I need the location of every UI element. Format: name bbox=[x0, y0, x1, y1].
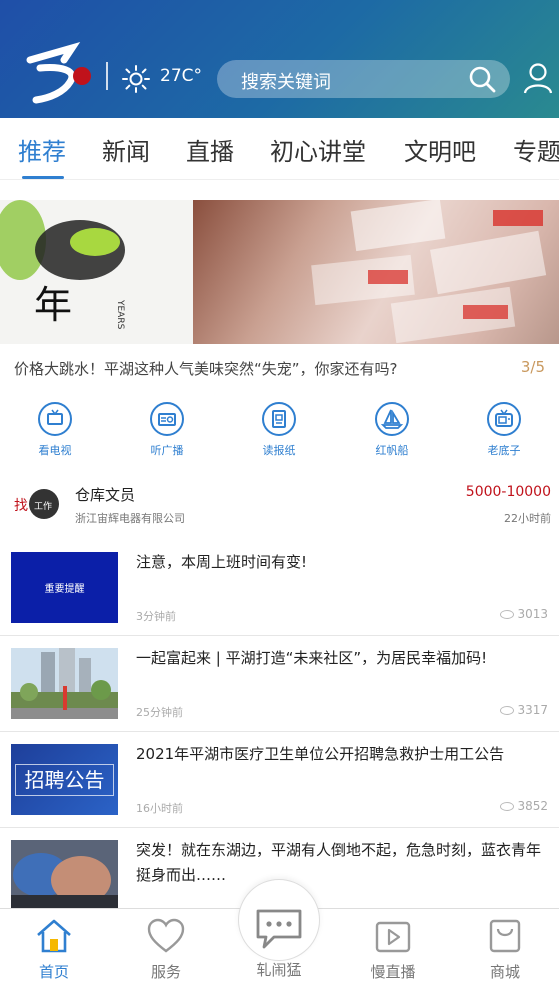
job-time: 22小时前 bbox=[504, 512, 551, 525]
job-company: 浙江宙辉电器有限公司 bbox=[75, 512, 185, 525]
news-thumbnail: 招聘公告 bbox=[11, 744, 118, 815]
tab-live[interactable]: 直播 bbox=[186, 132, 234, 167]
banner-page-counter: 3/5 bbox=[520, 358, 545, 376]
video-icon bbox=[375, 921, 411, 953]
chat-icon bbox=[256, 909, 302, 949]
search-icon[interactable] bbox=[468, 65, 496, 93]
banner-art: 年 YEARS bbox=[0, 200, 125, 330]
newspaper-icon bbox=[262, 402, 296, 436]
search-placeholder[interactable]: 搜索关键词 bbox=[241, 68, 331, 94]
nav-slow-live[interactable]: 慢直播 bbox=[353, 917, 433, 982]
tab-lecture[interactable]: 初心讲堂 bbox=[270, 132, 366, 167]
retro-tv-icon bbox=[487, 402, 521, 436]
quick-link-radio[interactable]: 听广播 bbox=[127, 402, 207, 458]
app-header: 27C° 搜索关键词 bbox=[0, 0, 559, 118]
tab-civilization[interactable]: 文明吧 bbox=[404, 132, 476, 167]
temperature-label: 27C° bbox=[160, 66, 203, 86]
news-thumbnail bbox=[11, 840, 118, 911]
search-bar[interactable]: 搜索关键词 bbox=[217, 60, 510, 98]
news-views: 3013 bbox=[500, 607, 548, 621]
job-listing[interactable]: 找 工作 仓库文员 浙江宙辉电器有限公司 5000-10000 22小时前 bbox=[0, 478, 559, 530]
news-item[interactable]: 重要提醒 注意，本周上班时间有变! 3分钟前 3013 bbox=[0, 540, 559, 636]
app-logo bbox=[26, 42, 91, 104]
header-divider bbox=[106, 62, 108, 90]
news-title: 一起富起来 | 平湖打造“未来社区”，为居民幸福加码! bbox=[136, 649, 488, 667]
bottom-navigation: 首页 服务 轧闹猛 慢直播 商城 bbox=[0, 879, 559, 984]
quick-link-label: 红帆船 bbox=[375, 444, 409, 457]
eye-icon bbox=[500, 610, 515, 619]
sun-icon bbox=[122, 65, 150, 93]
banner-image-left: 年 YEARS bbox=[0, 200, 193, 344]
banner-food-photo bbox=[311, 200, 547, 344]
nav-label: 商城 bbox=[489, 963, 520, 981]
news-time: 25分钟前 bbox=[136, 706, 183, 719]
eye-icon bbox=[500, 706, 515, 715]
tv-icon bbox=[38, 402, 72, 436]
eye-icon bbox=[500, 802, 515, 811]
quick-link-label: 读报纸 bbox=[262, 444, 296, 457]
news-views: 3852 bbox=[500, 799, 548, 813]
news-thumbnail: 重要提醒 bbox=[11, 552, 118, 623]
thumbnail-text: 重要提醒 bbox=[44, 584, 85, 595]
job-logo-subtext: 工作 bbox=[34, 500, 52, 512]
quick-link-label: 看电视 bbox=[38, 444, 72, 457]
news-title: 2021年平湖市医疗卫生单位公开招聘急救护士用工公告 bbox=[136, 745, 505, 763]
banner-caption[interactable]: 价格大跳水！平湖这种人气美味突然“失宠”，你家还有吗? bbox=[14, 358, 398, 379]
tab-special[interactable]: 专题 bbox=[513, 132, 559, 167]
tab-recommend[interactable]: 推荐 bbox=[18, 132, 66, 167]
banner-year-glyph: 年 bbox=[34, 283, 72, 327]
news-item[interactable]: 招聘公告 2021年平湖市医疗卫生单位公开招聘急救护士用工公告 16小时前 38… bbox=[0, 732, 559, 828]
category-tabs: 推荐 新闻 直播 初心讲堂 文明吧 专题 bbox=[0, 118, 559, 180]
banner-carousel[interactable]: 年 YEARS bbox=[0, 200, 559, 344]
job-logo-text: 找 bbox=[14, 498, 28, 514]
nav-label: 首页 bbox=[38, 963, 69, 981]
news-title: 注意，本周上班时间有变! bbox=[136, 553, 308, 571]
news-thumbnail bbox=[11, 648, 118, 719]
quick-link-sailboat[interactable]: 红帆船 bbox=[352, 402, 432, 458]
quick-link-tv[interactable]: 看电视 bbox=[15, 402, 95, 458]
heart-icon bbox=[147, 918, 185, 953]
nav-chat[interactable]: 轧闹猛 bbox=[239, 905, 319, 980]
news-time: 16小时前 bbox=[136, 802, 183, 815]
quick-link-retro-tv[interactable]: 老底子 bbox=[464, 402, 544, 458]
job-logo: 找 工作 bbox=[14, 489, 59, 519]
active-tab-indicator bbox=[22, 176, 64, 179]
quick-link-label: 老底子 bbox=[487, 444, 521, 457]
status-bar bbox=[0, 0, 559, 20]
sailboat-icon bbox=[375, 402, 409, 436]
nav-home[interactable]: 首页 bbox=[14, 917, 94, 982]
nav-mall[interactable]: 商城 bbox=[465, 917, 545, 982]
news-views: 3317 bbox=[500, 703, 548, 717]
banner-image-right bbox=[193, 200, 559, 344]
thumbnail-text: 招聘公告 bbox=[15, 764, 114, 796]
tab-news[interactable]: 新闻 bbox=[102, 132, 150, 167]
nav-service[interactable]: 服务 bbox=[126, 917, 206, 982]
home-icon bbox=[37, 919, 71, 953]
nav-label: 轧闹猛 bbox=[256, 961, 302, 979]
nav-label: 慢直播 bbox=[370, 963, 416, 981]
banner-years-text: YEARS bbox=[115, 299, 125, 330]
radio-icon bbox=[150, 402, 184, 436]
user-profile-icon[interactable] bbox=[523, 62, 553, 94]
news-title: 突发！就在东湖边，平湖有人倒地不起，危急时刻，蓝衣青年挺身而出…… bbox=[136, 841, 542, 884]
job-salary: 5000-10000 bbox=[465, 484, 551, 500]
quick-link-label: 听广播 bbox=[150, 444, 184, 457]
news-item[interactable]: 一起富起来 | 平湖打造“未来社区”，为居民幸福加码! 25分钟前 3317 bbox=[0, 636, 559, 732]
nav-label: 服务 bbox=[150, 963, 181, 981]
shopping-bag-icon bbox=[489, 919, 521, 953]
news-time: 3分钟前 bbox=[136, 610, 176, 623]
job-title: 仓库文员 bbox=[75, 486, 136, 504]
quick-link-newspaper[interactable]: 读报纸 bbox=[239, 402, 319, 458]
